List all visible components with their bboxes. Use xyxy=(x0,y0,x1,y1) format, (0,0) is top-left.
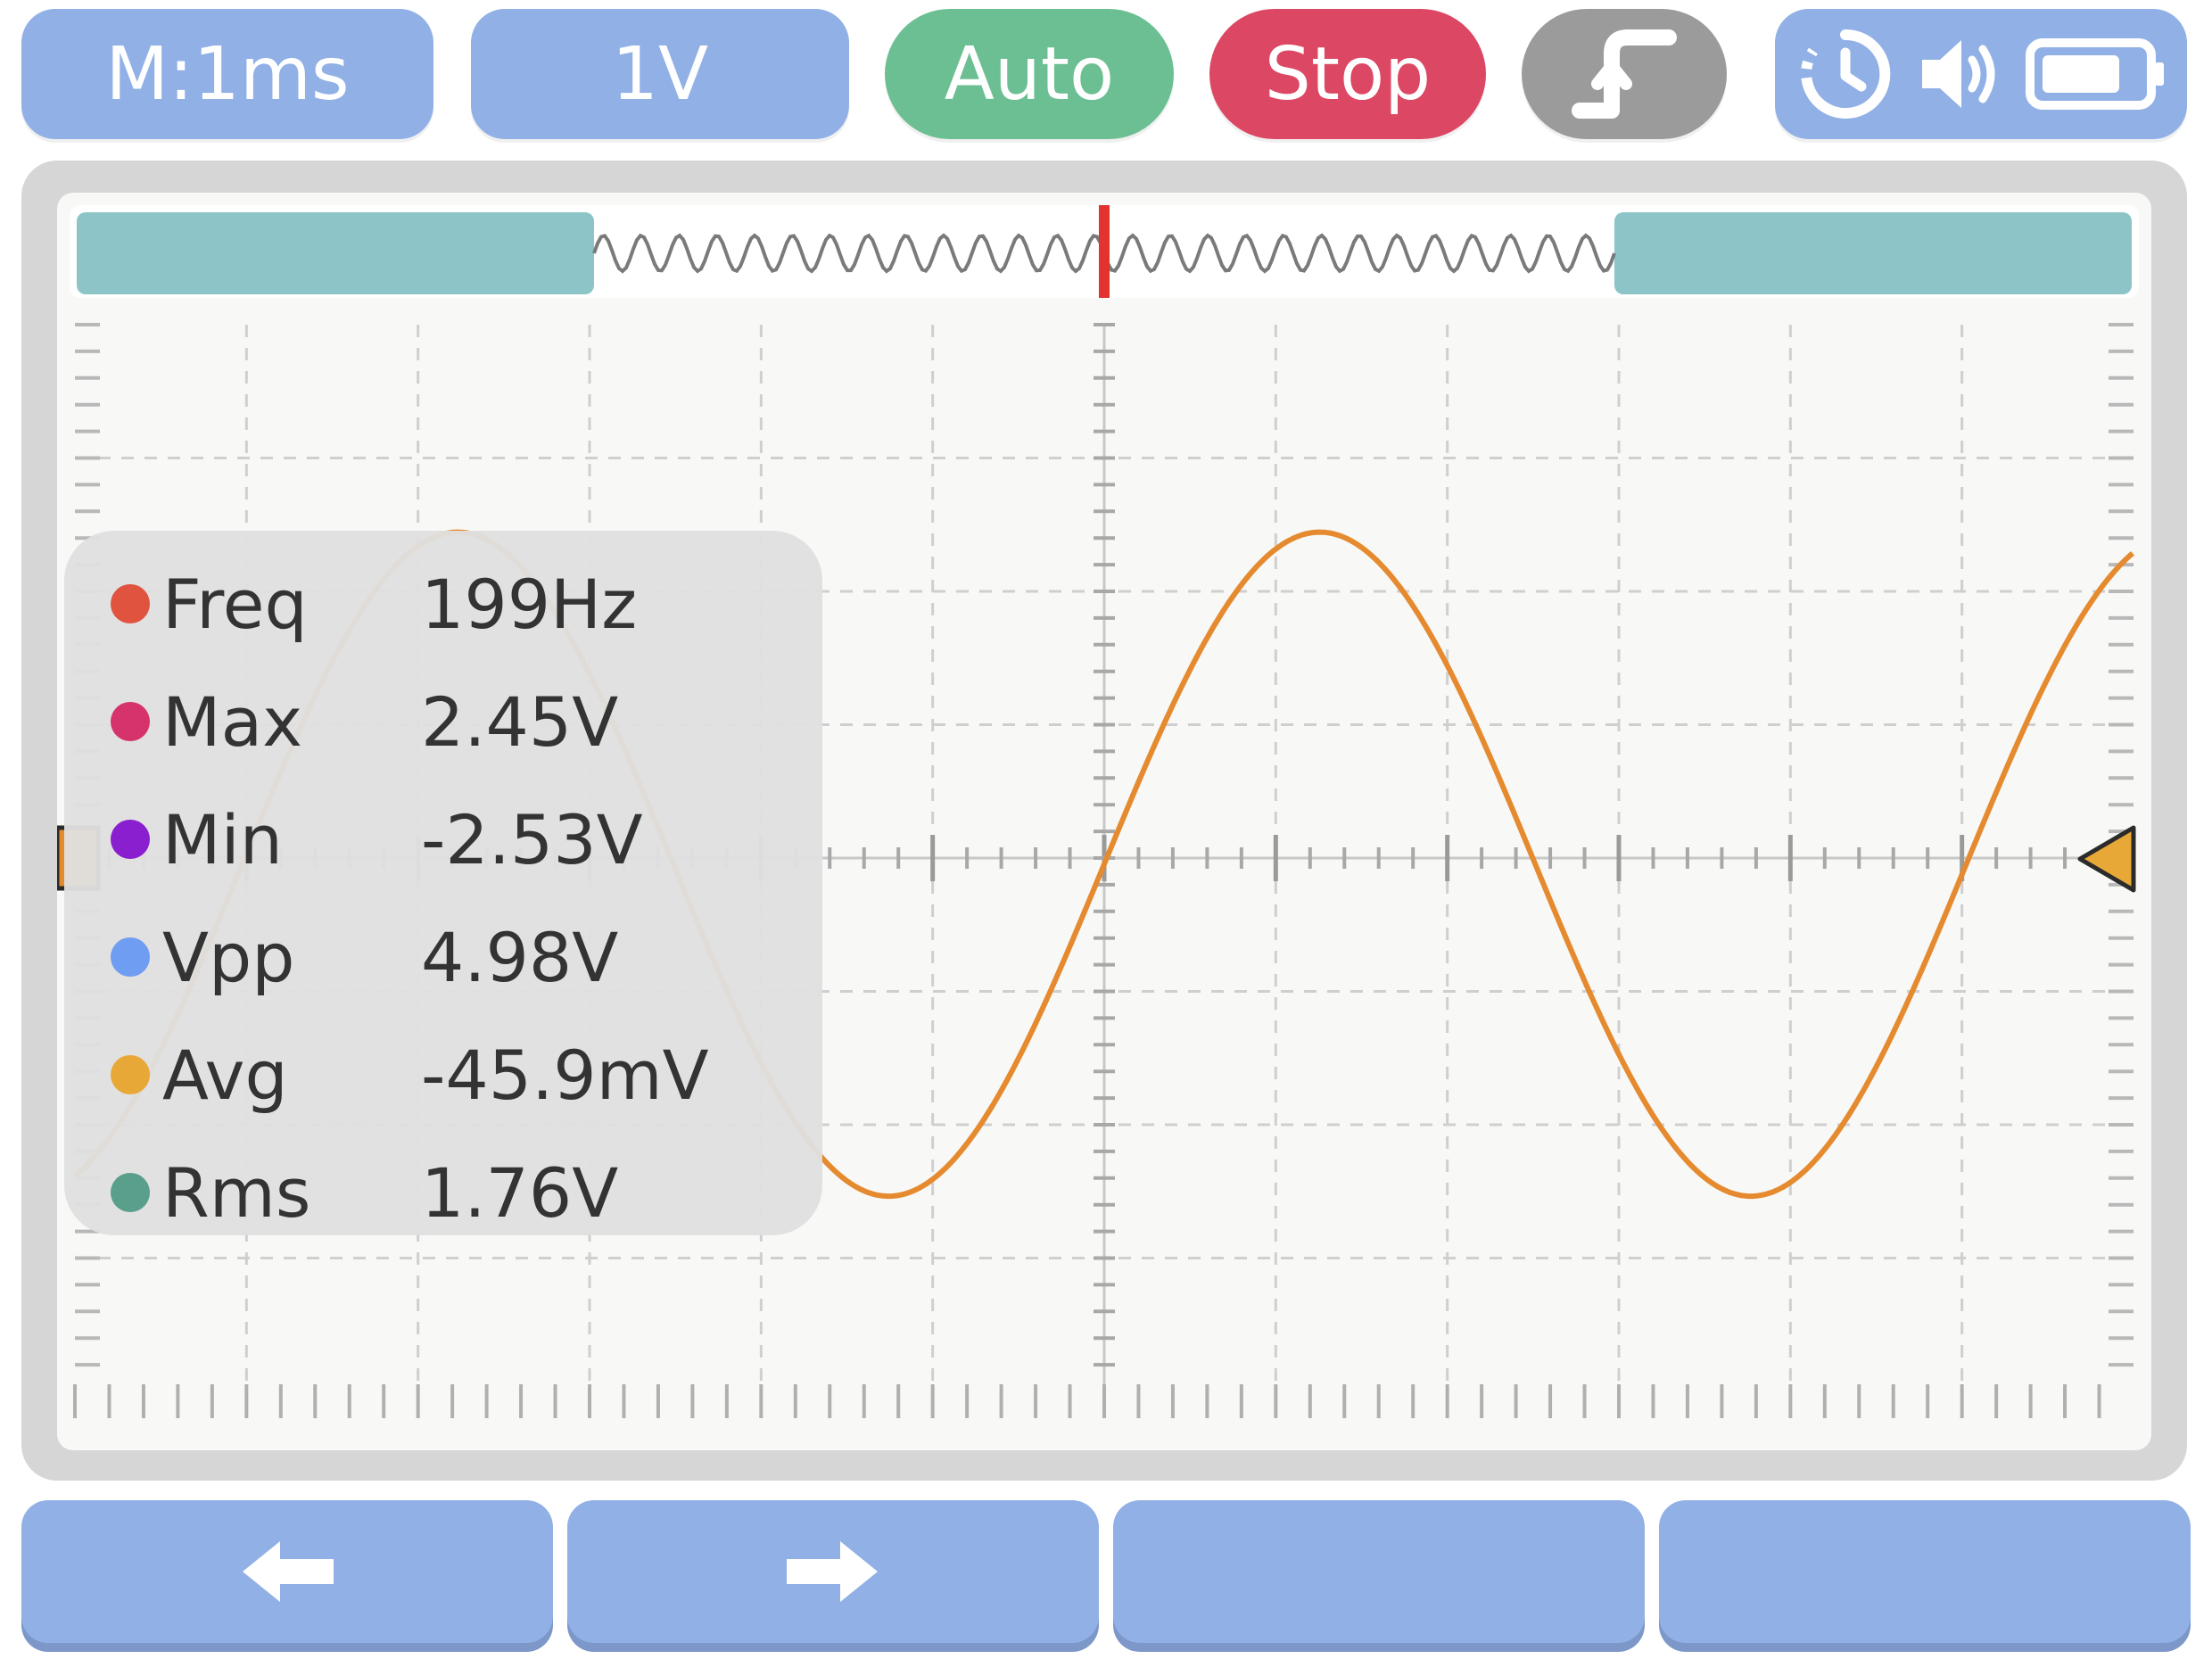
timeline-left-block xyxy=(77,212,594,294)
scroll-left-button[interactable] xyxy=(21,1500,553,1643)
vpp-label: Vpp xyxy=(162,917,295,997)
stop-label: Stop xyxy=(1264,31,1432,117)
freq-dot-icon xyxy=(111,584,150,623)
max-label: Max xyxy=(162,681,303,762)
vpp-dot-icon xyxy=(111,937,150,977)
avg-label: Avg xyxy=(162,1035,288,1115)
max-value: 2.45V xyxy=(421,681,619,762)
stop-button[interactable]: Stop xyxy=(1209,9,1486,139)
trigger-level-marker xyxy=(2077,825,2136,893)
rising-edge-icon xyxy=(1572,29,1677,119)
auto-mode-label: Auto xyxy=(944,31,1115,117)
arrow-right-icon xyxy=(787,1541,878,1602)
timebase-button[interactable]: M:1ms xyxy=(21,9,433,139)
vpp-value: 4.98V xyxy=(421,917,619,997)
soft-key-3-button[interactable] xyxy=(1113,1500,1645,1643)
soft-key-4-button[interactable] xyxy=(1659,1500,2191,1643)
volts-per-div-label: 1V xyxy=(611,31,709,117)
freq-label: Freq xyxy=(162,564,308,644)
timebase-label: M:1ms xyxy=(105,31,350,117)
speaker-icon[interactable] xyxy=(1915,29,2004,119)
max-dot-icon xyxy=(111,702,150,741)
battery-icon xyxy=(2025,38,2164,110)
trigger-edge-button[interactable] xyxy=(1522,9,1727,139)
volts-per-div-button[interactable]: 1V xyxy=(471,9,849,139)
rms-label: Rms xyxy=(162,1152,311,1233)
min-label: Min xyxy=(162,799,283,879)
min-value: -2.53V xyxy=(421,799,643,879)
avg-dot-icon xyxy=(111,1055,150,1094)
history-icon[interactable] xyxy=(1795,24,1895,124)
arrow-left-icon xyxy=(243,1541,334,1602)
status-area xyxy=(1775,9,2187,139)
min-dot-icon xyxy=(111,820,150,859)
auto-mode-button[interactable]: Auto xyxy=(885,9,1174,139)
timeline-trigger-marker xyxy=(1099,205,1110,298)
rms-dot-icon xyxy=(111,1173,150,1212)
rms-value: 1.76V xyxy=(421,1152,619,1233)
measurements-panel: Freq 199Hz Max 2.45V Min -2.53V Vpp 4.98… xyxy=(64,531,822,1235)
scroll-right-button[interactable] xyxy=(567,1500,1099,1643)
avg-value: -45.9mV xyxy=(421,1035,709,1115)
timeline-right-block xyxy=(1614,212,2132,294)
freq-value: 199Hz xyxy=(421,564,638,644)
